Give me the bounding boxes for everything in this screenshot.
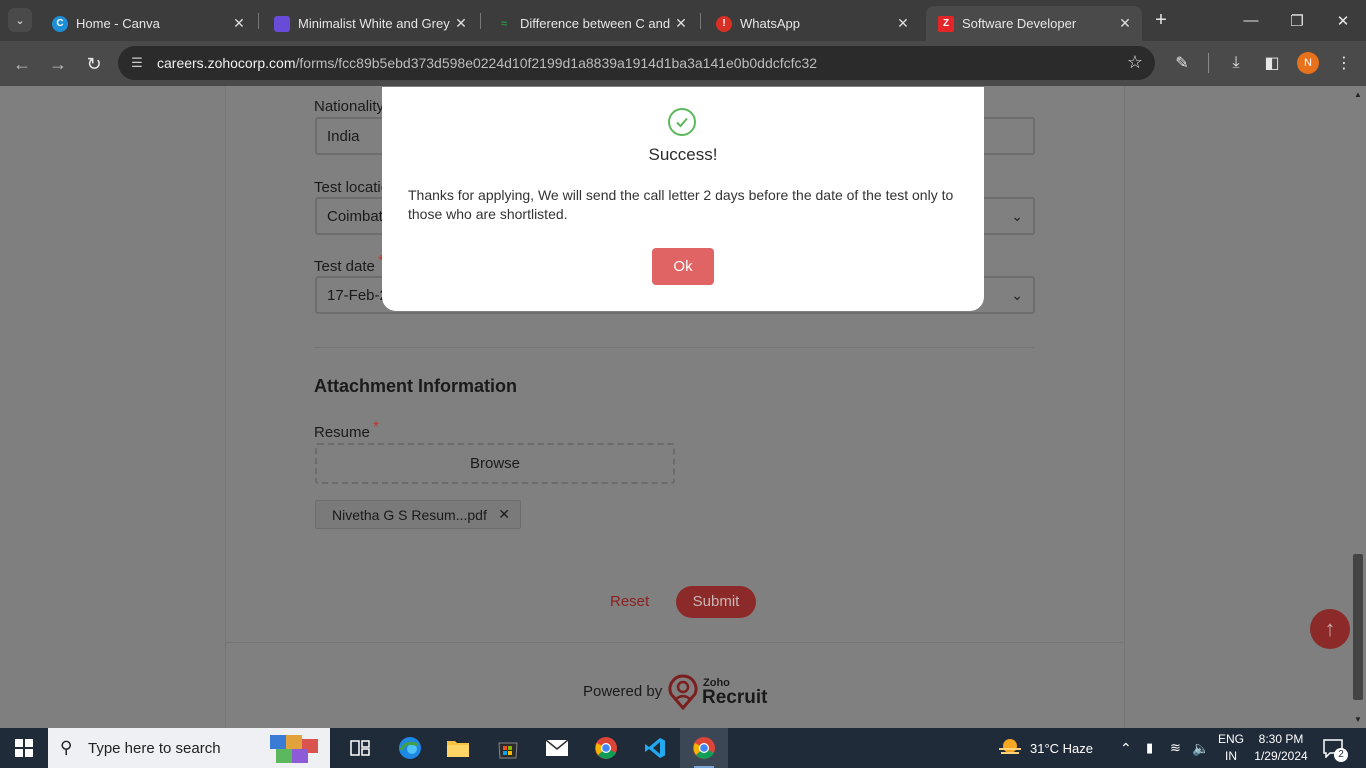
remove-file-icon[interactable]: ✕	[498, 506, 510, 523]
tab-whatsapp[interactable]: ! WhatsApp ✕	[704, 6, 920, 41]
footer-divider	[225, 642, 1125, 643]
test-date-label: Test date *	[314, 253, 385, 275]
task-view-icon[interactable]	[336, 728, 384, 768]
tab-software-developer[interactable]: Z Software Developer ✕	[926, 6, 1142, 41]
scroll-up-icon[interactable]: ▲	[1354, 90, 1362, 99]
dialog-title: Success!	[648, 145, 718, 164]
reset-button[interactable]: Reset	[610, 593, 649, 610]
windows-start-icon[interactable]	[0, 728, 48, 768]
vertical-scrollbar[interactable]: ▲ ▼	[1350, 86, 1366, 728]
minimize-icon[interactable]: —	[1228, 0, 1274, 41]
close-tab-icon[interactable]: ✕	[672, 15, 690, 32]
toolbar-divider	[1208, 53, 1209, 73]
side-panel-icon[interactable]: ◧	[1260, 51, 1284, 75]
clock-time: 8:30 PM	[1258, 732, 1304, 746]
tab-title: Software Developer	[962, 16, 1077, 31]
submit-button[interactable]: Submit	[676, 586, 756, 618]
taskbar-search-box[interactable]: ⚲ Type here to search	[48, 728, 330, 768]
volume-icon[interactable]: 🔈	[1192, 728, 1209, 768]
notification-center-icon[interactable]: 2	[1322, 728, 1348, 768]
search-placeholder: Type here to search	[88, 740, 221, 757]
canva-doc-icon	[274, 15, 290, 32]
zoho-recruit-logo-icon	[668, 674, 698, 710]
extensions-icon[interactable]: ✎	[1170, 51, 1194, 75]
chrome-icon[interactable]	[582, 728, 630, 768]
tab-difference-c[interactable]: ≈ Difference between C and C ✕	[484, 6, 698, 41]
close-window-icon[interactable]: ✕	[1320, 0, 1366, 41]
lang-code: ENG	[1217, 732, 1244, 746]
browse-button[interactable]: Browse	[315, 443, 675, 484]
notification-count-badge: 2	[1334, 748, 1348, 762]
close-tab-icon[interactable]: ✕	[894, 15, 912, 32]
powered-by-text: Powered by	[583, 683, 663, 700]
search-highlight-puzzle-icon	[270, 735, 318, 763]
success-dialog: Success! Thanks for applying, We will se…	[382, 87, 984, 311]
tab-title: Minimalist White and Grey P	[298, 16, 452, 31]
browser-toolbar: ← → ↻ ☰ careers.zohocorp.com/forms/fcc89…	[0, 41, 1366, 86]
clock-date: 1/29/2024	[1254, 749, 1308, 763]
close-tab-icon[interactable]: ✕	[230, 15, 248, 32]
reload-icon[interactable]: ↻	[80, 50, 108, 78]
section-divider	[314, 347, 1034, 348]
tab-home-canva[interactable]: C Home - Canva ✕	[40, 6, 256, 41]
file-explorer-icon[interactable]	[434, 728, 482, 768]
browser-tab-strip: ⌄ C Home - Canva ✕ Minimalist White and …	[0, 0, 1366, 41]
tab-title: Difference between C and C	[520, 16, 672, 31]
bookmark-star-icon[interactable]: ☆	[1127, 52, 1143, 73]
forward-icon[interactable]: →	[44, 50, 72, 78]
url-text[interactable]: careers.zohocorp.com/forms/fcc89b5ebd373…	[157, 55, 817, 71]
attachment-section-title: Attachment Information	[314, 376, 518, 396]
system-clock[interactable]: 8:30 PM 1/29/2024	[1250, 731, 1312, 765]
chrome-active-icon[interactable]	[680, 728, 728, 768]
lang-region: IN	[1225, 749, 1237, 763]
mail-icon[interactable]	[533, 728, 581, 768]
chevron-down-icon: ⌄	[1011, 287, 1023, 303]
tab-title: WhatsApp	[740, 16, 800, 31]
dialog-message: Thanks for applying, We will send the ca…	[408, 187, 954, 222]
tab-search-chevron-icon[interactable]: ⌄	[8, 8, 32, 32]
canva-icon: C	[52, 15, 68, 32]
weather-text: 31°C Haze	[1030, 740, 1094, 756]
close-tab-icon[interactable]: ✕	[1116, 15, 1134, 32]
brand-recruit: Recruit	[702, 687, 768, 708]
microsoft-store-icon[interactable]	[484, 728, 532, 768]
tab-minimalist[interactable]: Minimalist White and Grey P ✕	[262, 6, 478, 41]
windows-taskbar: ⚲ Type here to search 31°C Haze ⌃ ▮ ≋ 🔈	[0, 728, 1366, 768]
back-icon[interactable]: ←	[8, 50, 36, 78]
restore-icon[interactable]: ❐	[1274, 0, 1320, 41]
new-tab-button[interactable]: +	[1150, 8, 1172, 32]
uploaded-file-chip: Nivetha G S Resum...pdf ✕	[315, 500, 521, 529]
chevron-down-icon: ⌄	[1011, 208, 1023, 224]
language-indicator[interactable]: ENG IN	[1216, 731, 1246, 765]
resume-label: Resume *	[314, 419, 380, 441]
search-icon: ⚲	[60, 738, 73, 757]
menu-kebab-icon[interactable]: ⋮	[1332, 51, 1356, 75]
nationality-label: Nationality	[314, 98, 385, 115]
nationality-value: India	[327, 128, 360, 145]
wifi-icon[interactable]: ≋	[1170, 728, 1181, 768]
gfg-icon: ≈	[500, 17, 508, 30]
success-check-icon	[668, 108, 696, 136]
edge-icon[interactable]	[386, 728, 434, 768]
close-tab-icon[interactable]: ✕	[452, 15, 470, 32]
tab-title: Home - Canva	[76, 16, 160, 31]
download-icon[interactable]: ⤓	[1224, 51, 1248, 75]
show-hidden-icons-chevron-icon[interactable]: ⌃	[1120, 728, 1132, 768]
scroll-down-icon[interactable]: ▼	[1354, 715, 1362, 724]
scrollbar-thumb[interactable]	[1353, 554, 1363, 700]
address-bar[interactable]: ☰ careers.zohocorp.com/forms/fcc89b5ebd3…	[118, 46, 1155, 80]
ok-button[interactable]: Ok	[652, 248, 714, 285]
vscode-icon[interactable]	[631, 728, 679, 768]
whatsapp-icon: !	[716, 15, 732, 32]
site-settings-icon[interactable]: ☰	[128, 54, 146, 72]
battery-icon[interactable]: ▮	[1146, 728, 1153, 768]
zoho-icon: Z	[938, 15, 954, 32]
haze-weather-icon	[999, 739, 1021, 754]
scroll-to-top-button[interactable]: ↑	[1310, 609, 1350, 649]
file-name: Nivetha G S Resum...pdf	[332, 507, 487, 523]
weather-widget[interactable]: 31°C Haze	[998, 728, 1093, 768]
profile-avatar[interactable]: N	[1297, 52, 1319, 74]
